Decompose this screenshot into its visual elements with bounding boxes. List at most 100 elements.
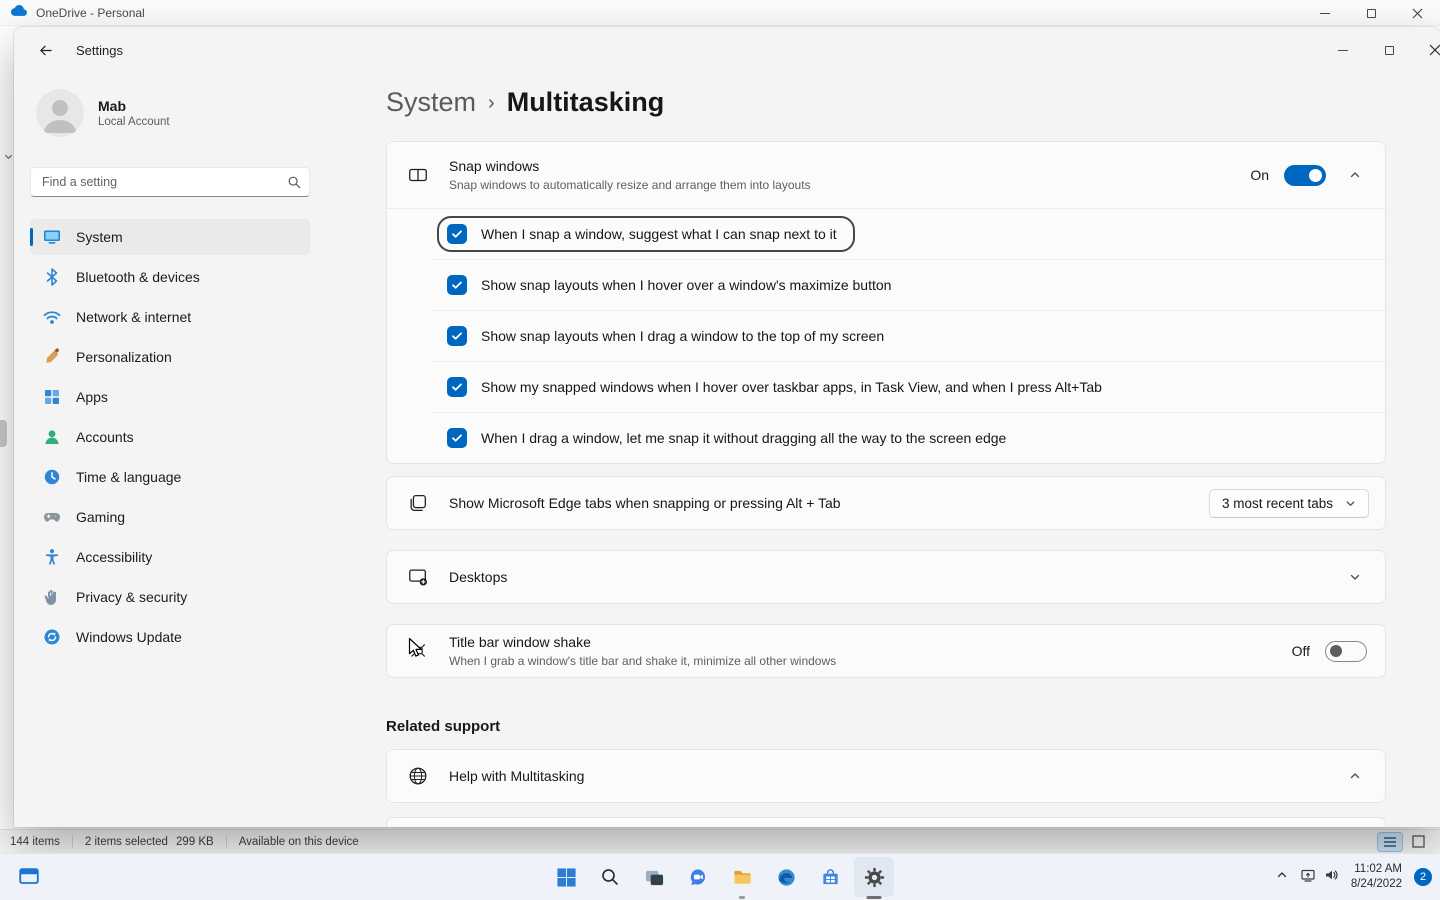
search-input[interactable]	[30, 167, 310, 197]
taskbar-corner-pinned-app[interactable]	[12, 860, 46, 894]
settings-maximize-button[interactable]	[1366, 27, 1412, 73]
checkbox-checked[interactable]	[447, 377, 467, 397]
background-minimize-button[interactable]	[1302, 0, 1348, 26]
settings-minimize-button[interactable]	[1320, 27, 1366, 73]
clock-date: 8/24/2022	[1351, 877, 1402, 892]
close-icon	[1412, 8, 1423, 19]
chevron-up-icon[interactable]	[1341, 169, 1369, 181]
snap-option-row: When I snap a window, suggest what I can…	[387, 208, 1385, 259]
edge-browser-button[interactable]	[766, 857, 806, 897]
desktops-card: Desktops	[386, 550, 1386, 604]
snap-windows-state: On	[1250, 167, 1269, 183]
back-button[interactable]	[28, 35, 62, 65]
windows-logo-icon	[556, 867, 577, 888]
sidebar-item-bluetooth-devices[interactable]: Bluetooth & devices	[30, 259, 310, 295]
title-bar-shake-description: When I grab a window's title bar and sha…	[449, 654, 836, 668]
onedrive-cloud-icon	[10, 4, 28, 22]
snap-option-label[interactable]: Show snap layouts when I hover over a wi…	[481, 277, 891, 293]
settings-close-button[interactable]	[1412, 27, 1440, 73]
sidebar-item-network-internet[interactable]: Network & internet	[30, 299, 310, 335]
chat-button[interactable]	[678, 857, 718, 897]
sidebar-item-label: Accessibility	[76, 549, 152, 565]
hidden-icons-chevron-icon[interactable]	[1276, 868, 1288, 886]
checkbox-checked[interactable]	[447, 428, 467, 448]
microsoft-store-button[interactable]	[810, 857, 850, 897]
notification-badge[interactable]: 2	[1414, 868, 1432, 886]
close-icon	[1429, 44, 1440, 56]
snap-option-label[interactable]: Show my snapped windows when I hover ove…	[481, 379, 1102, 395]
sidebar-item-accounts[interactable]: Accounts	[30, 419, 310, 455]
snap-windows-title: Snap windows	[449, 158, 811, 174]
task-view-button[interactable]	[634, 857, 674, 897]
title-bar-shake-state: Off	[1292, 643, 1310, 659]
checkbox-checked[interactable]	[447, 326, 467, 346]
sidebar-item-privacy-security[interactable]: Privacy & security	[30, 579, 310, 615]
settings-main: System › Multitasking Snap windows Snap …	[326, 73, 1440, 827]
thumbnail-view-button[interactable]	[1406, 833, 1430, 851]
statusbar-selection-size: 299 KB	[176, 836, 214, 848]
blue-window-icon	[17, 865, 41, 889]
background-chevron-down-icon[interactable]	[3, 149, 14, 167]
tabs-icon	[403, 492, 433, 514]
snap-option-row: Show snap layouts when I hover over a wi…	[387, 259, 1385, 310]
back-arrow-icon	[38, 43, 53, 58]
sidebar-item-accessibility[interactable]: Accessibility	[30, 539, 310, 575]
snap-windows-toggle[interactable]	[1284, 165, 1326, 186]
window-shake-icon	[403, 640, 433, 662]
chevron-down-icon[interactable]	[1341, 571, 1369, 583]
sidebar-item-label: Personalization	[76, 349, 172, 365]
checkbox-checked[interactable]	[447, 224, 467, 244]
background-maximize-button[interactable]	[1348, 0, 1394, 26]
sidebar-item-personalization[interactable]: Personalization	[30, 339, 310, 375]
settings-app-button[interactable]	[854, 857, 894, 897]
background-window-titlebar: OneDrive - Personal	[0, 0, 1440, 26]
checkbox-checked[interactable]	[447, 275, 467, 295]
search-button[interactable]	[590, 857, 630, 897]
sidebar-item-apps[interactable]: Apps	[30, 379, 310, 415]
statusbar-item-count: 144 items	[10, 836, 60, 848]
file-explorer-button[interactable]	[722, 857, 762, 897]
breadcrumb-chevron-icon: ›	[488, 92, 495, 115]
desktops-header[interactable]: Desktops	[387, 551, 1385, 603]
details-view-button[interactable]	[1378, 833, 1402, 851]
statusbar: 144 items 2 items selected 299 KB Availa…	[0, 829, 1440, 853]
breadcrumb-root[interactable]: System	[386, 87, 476, 118]
snap-option-label[interactable]: When I drag a window, let me snap it wit…	[481, 430, 1006, 446]
chevron-up-icon[interactable]	[1341, 770, 1369, 782]
edge-tabs-dropdown[interactable]: 3 most recent tabs	[1209, 489, 1369, 518]
list-view-icon	[1383, 836, 1397, 848]
background-close-button[interactable]	[1394, 0, 1440, 26]
sidebar-item-system[interactable]: System	[30, 219, 310, 255]
snap-windows-icon	[403, 164, 433, 186]
edge-icon	[776, 867, 797, 888]
sidebar-item-label: Network & internet	[76, 309, 191, 325]
account-block[interactable]: Mab Local Account	[30, 85, 310, 141]
sidebar-item-time-language[interactable]: Time & language	[30, 459, 310, 495]
apps-grid-icon	[42, 387, 62, 407]
snap-windows-header[interactable]: Snap windows Snap windows to automatical…	[387, 142, 1385, 208]
title-bar-shake-toggle[interactable]	[1325, 641, 1367, 662]
check-icon	[451, 432, 463, 444]
avatar	[36, 89, 84, 137]
network-icon[interactable]	[1300, 867, 1316, 888]
desktops-label: Desktops	[449, 569, 507, 585]
sidebar-item-label: Time & language	[76, 469, 181, 485]
chevron-down-icon	[1345, 498, 1356, 509]
help-header[interactable]: Help with Multitasking	[387, 750, 1385, 802]
snap-option-label[interactable]: When I snap a window, suggest what I can…	[481, 226, 837, 242]
sidebar-item-gaming[interactable]: Gaming	[30, 499, 310, 535]
title-bar-shake-card: Title bar window shake When I grab a win…	[386, 624, 1386, 678]
volume-icon[interactable]	[1323, 867, 1339, 888]
update-arrows-icon	[42, 627, 62, 647]
breadcrumb: System › Multitasking	[386, 83, 1386, 121]
background-scrollbar-thumb[interactable]	[0, 420, 7, 447]
snap-windows-card: Snap windows Snap windows to automatical…	[386, 141, 1386, 464]
start-button[interactable]	[546, 857, 586, 897]
user-name: Mab	[98, 98, 170, 114]
check-icon	[451, 330, 463, 342]
sidebar-item-windows-update[interactable]: Windows Update	[30, 619, 310, 655]
minimize-icon	[1338, 50, 1348, 51]
search-icon	[287, 175, 301, 194]
taskbar-clock[interactable]: 11:02 AM 8/24/2022	[1351, 862, 1402, 892]
snap-option-label[interactable]: Show snap layouts when I drag a window t…	[481, 328, 884, 344]
